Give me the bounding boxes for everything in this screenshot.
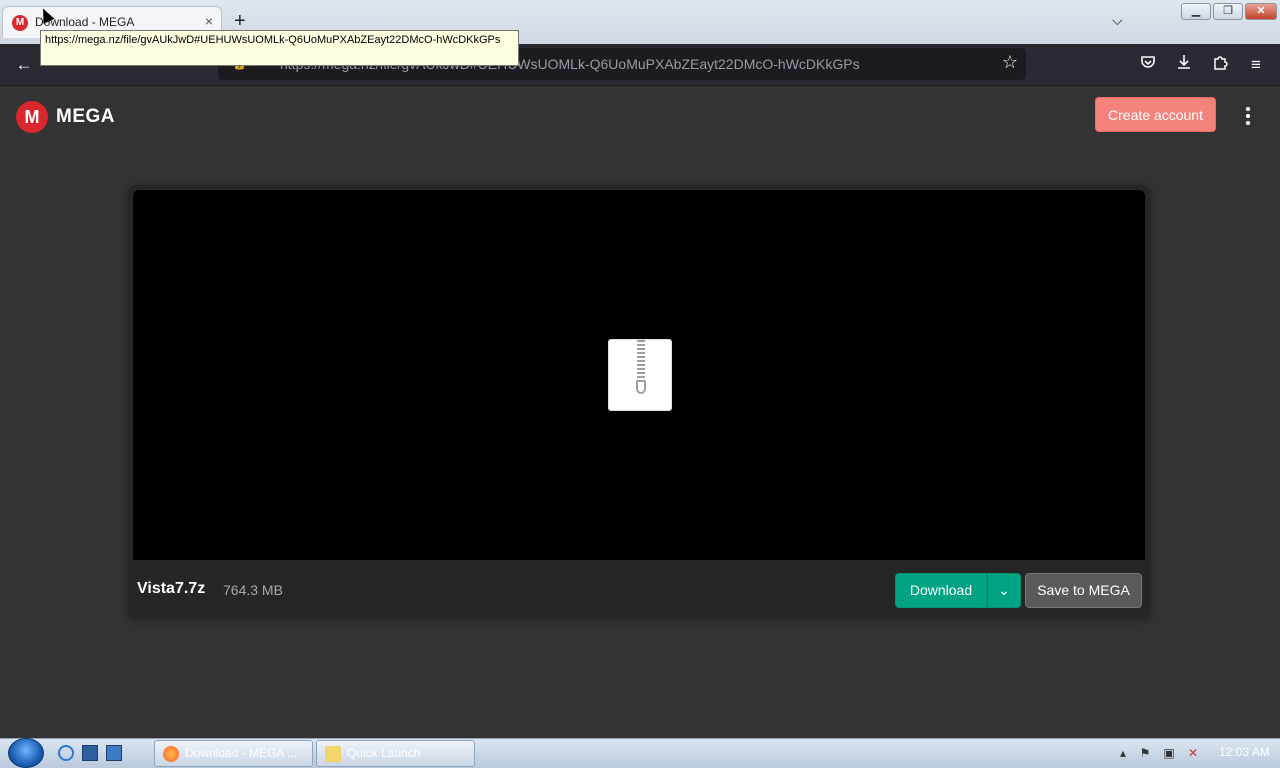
pocket-icon[interactable] xyxy=(1136,53,1160,77)
file-name: Vista7.7z xyxy=(137,580,206,597)
save-to-mega-button[interactable]: Save to MEGA xyxy=(1025,573,1142,608)
taskbar-quick-launch-label: Quick Launch xyxy=(347,746,421,760)
file-size: 764.3 MB xyxy=(223,582,283,598)
internet-explorer-icon[interactable] xyxy=(58,745,74,761)
taskbar-quick-launch-button[interactable]: Quick Launch xyxy=(316,740,475,767)
mega-wordmark[interactable]: MEGA xyxy=(56,106,115,128)
create-account-button[interactable]: Create account xyxy=(1095,97,1216,132)
hamburger-menu-icon[interactable]: ≡ xyxy=(1244,53,1268,77)
mega-logo-icon[interactable]: M xyxy=(16,101,48,133)
switch-windows-icon[interactable] xyxy=(106,745,122,761)
start-button[interactable] xyxy=(8,738,44,768)
folder-icon xyxy=(325,746,341,762)
download-options-chevron-icon[interactable]: ⌄ xyxy=(987,573,1021,608)
tray-expand-icon[interactable]: ▴ xyxy=(1116,746,1130,760)
tab-close-icon[interactable]: × xyxy=(205,13,213,29)
mega-favicon-icon: M xyxy=(12,15,28,31)
taskbar-firefox-button[interactable]: Download - MEGA ... xyxy=(154,740,313,767)
window-restore-button[interactable]: ❐ xyxy=(1213,3,1243,20)
taskbar-firefox-label: Download - MEGA ... xyxy=(185,746,298,760)
back-arrow-icon[interactable]: ← xyxy=(12,53,36,77)
firefox-icon xyxy=(163,746,179,762)
window-minimize-button[interactable]: ▁ xyxy=(1181,3,1211,20)
link-tooltip: https://mega.nz/file/gvAUkJwD#UEHUWsUOML… xyxy=(40,30,519,66)
downloads-icon[interactable] xyxy=(1172,53,1196,77)
tab-list-chevron-icon[interactable]: ⌵ xyxy=(1112,12,1123,29)
zip-file-icon xyxy=(608,339,672,411)
network-icon[interactable]: ▣ xyxy=(1162,746,1176,760)
show-desktop-icon[interactable] xyxy=(82,745,98,761)
download-button[interactable]: Download xyxy=(895,573,987,608)
new-tab-button[interactable]: + xyxy=(234,10,246,32)
more-options-icon[interactable] xyxy=(1238,104,1258,128)
system-clock[interactable]: 12:03 AM xyxy=(1219,745,1270,759)
extensions-icon[interactable] xyxy=(1208,53,1232,77)
bookmark-star-icon[interactable]: ☆ xyxy=(1002,52,1018,73)
window-close-button[interactable]: ✕ xyxy=(1245,3,1277,20)
action-center-flag-icon[interactable]: ⚑ xyxy=(1138,746,1152,760)
volume-muted-icon[interactable]: ✕ xyxy=(1186,746,1200,760)
